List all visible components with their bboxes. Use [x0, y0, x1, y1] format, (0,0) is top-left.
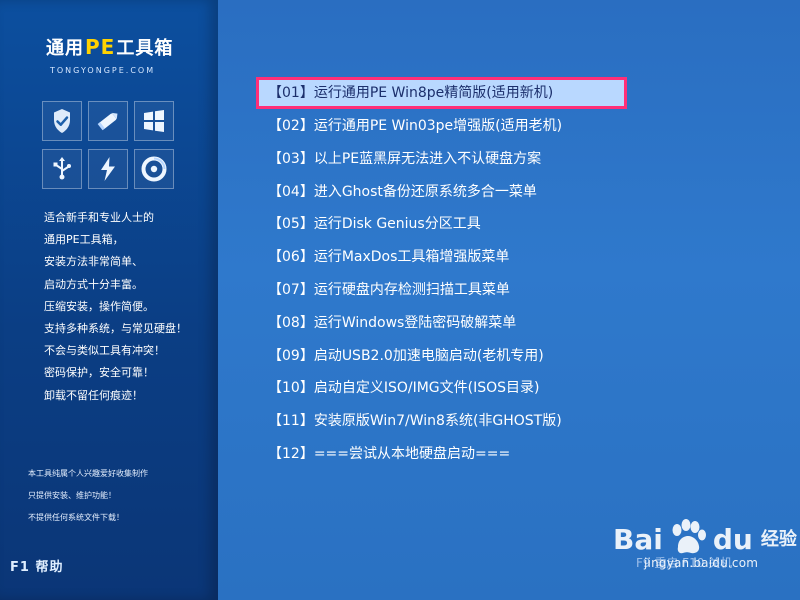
menu-item-03[interactable]: 【03】以上PE蓝黑屏无法进入不认硬盘方案 — [256, 143, 636, 176]
intro-line: 适合新手和专业人士的 — [44, 211, 154, 224]
windows-logo-icon — [134, 101, 174, 141]
disclaimer-line: 只提供安装、维护功能！ — [28, 491, 116, 500]
watermark-brand: Bai du 经验 — [613, 519, 797, 560]
watermark-brand-right: du — [712, 523, 753, 556]
lightning-icon — [88, 149, 128, 189]
brand-domain: TONGYONGPE.COM — [50, 66, 156, 75]
intro-line: 压缩安装，操作简便。 — [44, 299, 154, 313]
baidu-paw-icon — [672, 519, 706, 554]
intro-line: 卸载不留任何痕迹！ — [44, 388, 143, 402]
intro-line: 通用PE工具箱， — [44, 233, 124, 247]
intro-line: 启动方式十分丰富。 — [44, 277, 143, 291]
intro-line: 支持多种系统，与常见硬盘！ — [44, 322, 187, 336]
baidu-jingyan-watermark: Bai du 经验 jingyan.baidu.com — [613, 514, 797, 586]
help-hotkey: F1 帮助 — [10, 560, 64, 575]
menu-item-04[interactable]: 【04】进入Ghost备份还原系统多合一菜单 — [256, 176, 636, 209]
brand-main: 通用 — [46, 38, 84, 59]
menu-item-01[interactable]: 【01】运行通用PE Win8pe精简版(适用新机) — [256, 77, 627, 109]
menu-item-11[interactable]: 【11】安装原版Win7/Win8系统(非GHOST版) — [256, 405, 636, 438]
feature-icon-grid — [42, 101, 174, 189]
menu-item-12[interactable]: 【12】===尝试从本地硬盘启动=== — [256, 438, 636, 471]
menu-item-02[interactable]: 【02】运行通用PE Win03pe增强版(适用老机) — [256, 110, 636, 143]
intro-text: 适合新手和专业人士的 通用PE工具箱， 安装方法非常简单、 启动方式十分丰富。 … — [44, 207, 218, 407]
boot-menu: 【01】运行通用PE Win8pe精简版(适用新机) 【02】运行通用PE Wi… — [256, 77, 636, 471]
sidebar: 通用PE工具箱 TONGYONGPE.COM 适合新手和专业人士的 通用PE工具… — [0, 0, 218, 600]
intro-line: 安装方法非常简单、 — [44, 255, 143, 269]
intro-line: 密码保护，安全可靠！ — [44, 366, 154, 380]
watermark-brand-left: Bai — [613, 523, 663, 556]
disclaimer-line: 不提供任何系统文件下载！ — [28, 513, 124, 522]
watermark-url: jingyan.baidu.com — [644, 556, 759, 570]
boot-menu-screen: 通用PE工具箱 TONGYONGPE.COM 适合新手和专业人士的 通用PE工具… — [0, 0, 800, 600]
menu-item-10[interactable]: 【10】启动自定义ISO/IMG文件(ISOS目录) — [256, 372, 636, 405]
shield-check-icon — [42, 101, 82, 141]
pen-icon — [88, 101, 128, 141]
menu-item-07[interactable]: 【07】运行硬盘内存检测扫描工具菜单 — [256, 274, 636, 307]
usb-icon — [42, 149, 82, 189]
brand-tail: 工具箱 — [116, 38, 174, 59]
disc-icon — [134, 149, 174, 189]
brand-logo: 通用PE工具箱 — [46, 34, 173, 60]
brand-highlight: PE — [85, 35, 116, 59]
disclaimer-text: 本工具纯属个人兴趣爱好收集制作 只提供安装、维护功能！ 不提供任何系统文件下载！ — [28, 463, 148, 529]
menu-item-06[interactable]: 【06】运行MaxDos工具箱增强版菜单 — [256, 241, 636, 274]
intro-line: 不会与类似工具有冲突！ — [44, 344, 165, 358]
menu-item-05[interactable]: 【05】运行Disk Genius分区工具 — [256, 208, 636, 241]
watermark-cn: 经验 — [760, 529, 797, 550]
menu-item-09[interactable]: 【09】启动USB2.0加速电脑启动(老机专用) — [256, 340, 636, 373]
disclaimer-line: 本工具纯属个人兴趣爱好收集制作 — [28, 469, 148, 478]
menu-item-08[interactable]: 【08】运行Windows登陆密码破解菜单 — [256, 307, 636, 340]
